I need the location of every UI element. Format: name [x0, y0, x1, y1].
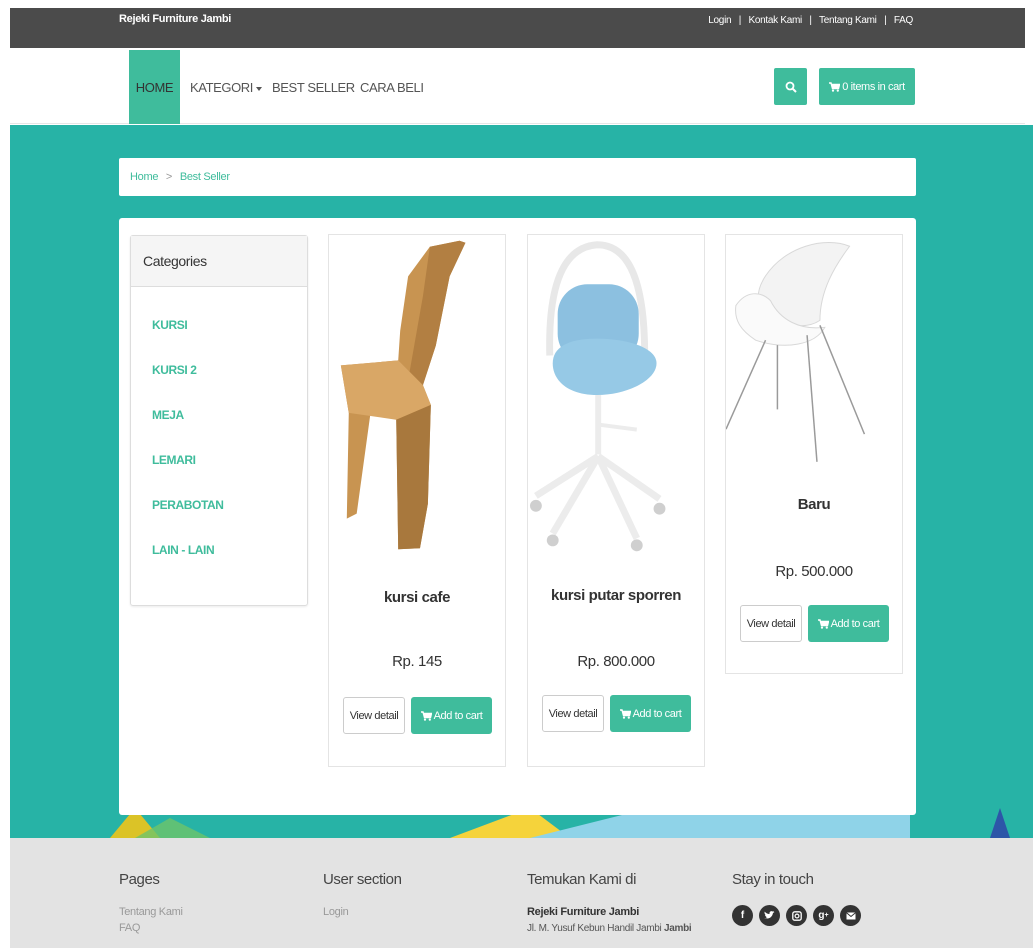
product-card: Baru Rp. 500.000 View detail Add to cart	[725, 234, 903, 674]
separator: |	[884, 15, 887, 26]
footer-user-title: User section	[323, 871, 402, 888]
category-lain-lain[interactable]: LAIN - LAIN	[152, 543, 215, 557]
category-lemari[interactable]: LEMARI	[152, 453, 196, 467]
footer-find-title: Temukan Kami di	[527, 871, 637, 888]
view-detail-button[interactable]: View detail	[740, 605, 802, 642]
main-nav: HOME KATEGORI BEST SELLER CARA BELI 0 it…	[10, 48, 1025, 124]
footer-address-street: Jl. M. Yusuf Kebun Handil Jambi	[527, 923, 662, 934]
view-detail-button[interactable]: View detail	[343, 697, 405, 734]
cart-icon	[829, 81, 841, 92]
search-icon	[785, 81, 797, 93]
breadcrumb-current[interactable]: Best Seller	[180, 171, 230, 183]
main-panel: Categories KURSI KURSI 2 MEJA LEMARI PER…	[119, 218, 916, 815]
google-plus-icon[interactable]: g +	[813, 905, 834, 926]
product-card: kursi putar sporren Rp. 800.000 View det…	[527, 234, 705, 767]
product-price: Rp. 800.000	[577, 653, 655, 670]
add-to-cart-label: Add to cart	[433, 709, 483, 722]
view-detail-button[interactable]: View detail	[542, 695, 604, 732]
instagram-glyph-icon	[791, 910, 802, 921]
product-price: Rp. 145	[392, 653, 442, 670]
nav-best-seller[interactable]: BEST SELLER	[272, 80, 355, 95]
categories-title: Categories	[131, 236, 307, 287]
footer-address-city: Jambi	[663, 923, 692, 934]
footer-link-faq[interactable]: FAQ	[119, 922, 140, 934]
separator: |	[809, 15, 812, 26]
caret-down-icon	[256, 86, 263, 91]
nav-kategori-label: KATEGORI	[190, 80, 254, 95]
brand-name[interactable]: Rejeki Furniture Jambi	[119, 13, 231, 25]
breadcrumb-home[interactable]: Home	[130, 171, 158, 183]
separator: |	[738, 15, 742, 26]
faq-link[interactable]: FAQ	[894, 15, 913, 26]
nav-home-label: HOME	[135, 80, 174, 95]
add-to-cart-label: Add to cart	[830, 617, 880, 630]
product-name[interactable]: kursi putar sporren	[528, 587, 704, 604]
category-kursi[interactable]: KURSI	[152, 318, 188, 332]
product-name[interactable]: Baru	[726, 496, 902, 513]
cart-icon	[619, 708, 631, 719]
login-link[interactable]: Login	[708, 15, 731, 26]
cart-icon	[817, 618, 829, 629]
instagram-icon[interactable]	[786, 905, 807, 926]
twitter-bird-icon	[764, 911, 775, 919]
footer-stay-title: Stay in touch	[732, 871, 814, 888]
footer-store-name: Rejeki Furniture Jambi	[527, 906, 639, 918]
product-price: Rp. 500.000	[775, 563, 853, 580]
cart-button[interactable]: 0 items in cart	[819, 68, 915, 105]
add-to-cart-button[interactable]: Add to cart	[411, 697, 492, 734]
add-to-cart-button[interactable]: Add to cart	[808, 605, 889, 642]
category-kursi-2[interactable]: KURSI 2	[152, 363, 197, 377]
tentang-kami-link[interactable]: Tentang Kami	[819, 15, 877, 26]
add-to-cart-button[interactable]: Add to cart	[610, 695, 691, 732]
envelope-icon	[845, 911, 856, 919]
add-to-cart-label: Add to cart	[632, 707, 682, 720]
footer-link-login[interactable]: Login	[323, 906, 349, 918]
search-button[interactable]	[774, 68, 807, 105]
product-name[interactable]: kursi cafe	[329, 589, 505, 606]
footer-pages-title: Pages	[119, 871, 160, 888]
top-links: Login | Kontak Kami | Tentang Kami | FAQ	[708, 15, 913, 26]
nav-home[interactable]: HOME	[129, 50, 180, 124]
footer: Pages Tentang Kami FAQ User section Logi…	[10, 838, 1033, 948]
breadcrumb: Home > Best Seller	[119, 158, 916, 196]
category-perabotan[interactable]: PERABOTAN	[152, 498, 224, 512]
product-image-modern-chair[interactable]	[726, 235, 902, 475]
email-icon[interactable]	[840, 905, 861, 926]
breadcrumb-separator: >	[165, 171, 173, 183]
twitter-icon[interactable]	[759, 905, 780, 926]
nav-cara-beli[interactable]: CARA BELI	[360, 80, 424, 95]
facebook-icon[interactable]: f	[732, 905, 753, 926]
categories-box: Categories KURSI KURSI 2 MEJA LEMARI PER…	[130, 235, 308, 606]
kontak-kami-link[interactable]: Kontak Kami	[749, 15, 803, 26]
product-card: kursi cafe Rp. 145 View detail Add to ca…	[328, 234, 506, 767]
product-image-office-chair[interactable]	[528, 235, 704, 560]
cart-icon	[420, 710, 432, 721]
footer-link-tentang-kami[interactable]: Tentang Kami	[119, 906, 183, 918]
nav-kategori[interactable]: KATEGORI	[190, 80, 263, 95]
category-meja[interactable]: MEJA	[152, 408, 184, 422]
cart-label: 0 items in cart	[842, 80, 905, 93]
product-image-chair-cafe[interactable]	[329, 235, 505, 560]
footer-address: Jl. M. Yusuf Kebun Handil Jambi Jambi	[527, 923, 692, 934]
